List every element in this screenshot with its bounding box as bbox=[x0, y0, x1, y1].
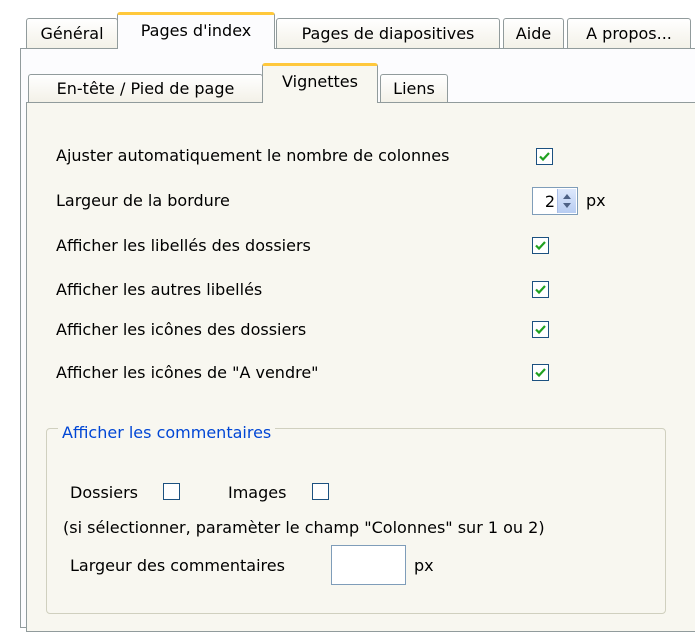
other-labels-checkbox[interactable] bbox=[532, 281, 549, 298]
tab-help-label: Aide bbox=[515, 24, 552, 43]
check-icon bbox=[535, 325, 546, 335]
folder-icons-label: Afficher les icônes des dossiers bbox=[56, 320, 307, 339]
border-width-label: Largeur de la bordure bbox=[56, 191, 230, 210]
tab-help[interactable]: Aide bbox=[503, 18, 564, 48]
check-icon bbox=[535, 285, 546, 295]
tab-slide-pages-label: Pages de diapositives bbox=[301, 24, 475, 43]
border-width-value: 2 bbox=[544, 192, 555, 211]
subtab-links[interactable]: Liens bbox=[380, 74, 448, 102]
spinner-buttons[interactable] bbox=[557, 189, 576, 213]
other-labels-label: Afficher les autres libellés bbox=[56, 280, 263, 299]
images-checkbox[interactable] bbox=[312, 483, 329, 500]
auto-columns-checkbox[interactable] bbox=[536, 148, 553, 165]
for-sale-icons-label: Afficher les icônes de "A vendre" bbox=[56, 363, 319, 382]
folder-labels-checkbox[interactable] bbox=[532, 237, 549, 254]
auto-columns-label: Ajuster automatiquement le nombre de col… bbox=[56, 146, 450, 165]
folders-label: Dossiers bbox=[70, 483, 138, 502]
comment-width-input[interactable] bbox=[331, 545, 406, 585]
folder-labels-label: Afficher les libellés des dossiers bbox=[56, 236, 311, 255]
comments-group-title: Afficher les commentaires bbox=[58, 423, 276, 442]
tab-about-label: A propos... bbox=[586, 24, 672, 43]
folders-checkbox[interactable] bbox=[163, 483, 180, 500]
images-label: Images bbox=[228, 483, 287, 502]
border-width-unit: px bbox=[586, 191, 606, 210]
subtab-thumbnails[interactable]: Vignettes bbox=[262, 63, 378, 103]
tab-index-pages[interactable]: Pages d'index bbox=[117, 12, 275, 49]
check-icon bbox=[535, 368, 546, 378]
comment-width-unit: px bbox=[414, 556, 434, 575]
tab-general-label: Général bbox=[40, 24, 104, 43]
tab-slide-pages[interactable]: Pages de diapositives bbox=[276, 18, 500, 48]
border-width-spinner[interactable]: 2 bbox=[532, 187, 578, 215]
subtab-thumbnails-label: Vignettes bbox=[282, 72, 358, 91]
spinner-arrows-icon bbox=[563, 194, 571, 208]
columns-hint: (si sélectionner, paramèter le champ "Co… bbox=[63, 518, 545, 537]
subtab-links-label: Liens bbox=[393, 79, 435, 98]
check-icon bbox=[539, 152, 550, 162]
options-window: Général Pages d'index Pages de diapositi… bbox=[0, 0, 695, 632]
comment-width-label: Largeur des commentaires bbox=[70, 556, 285, 575]
folder-icons-checkbox[interactable] bbox=[532, 321, 549, 338]
subtab-header-footer[interactable]: En-tête / Pied de page bbox=[28, 74, 263, 102]
for-sale-icons-checkbox[interactable] bbox=[532, 364, 549, 381]
tab-about[interactable]: A propos... bbox=[567, 18, 691, 48]
subtab-header-footer-label: En-tête / Pied de page bbox=[56, 79, 235, 98]
check-icon bbox=[535, 241, 546, 251]
tab-index-pages-label: Pages d'index bbox=[140, 21, 252, 40]
tab-general[interactable]: Général bbox=[26, 18, 118, 48]
